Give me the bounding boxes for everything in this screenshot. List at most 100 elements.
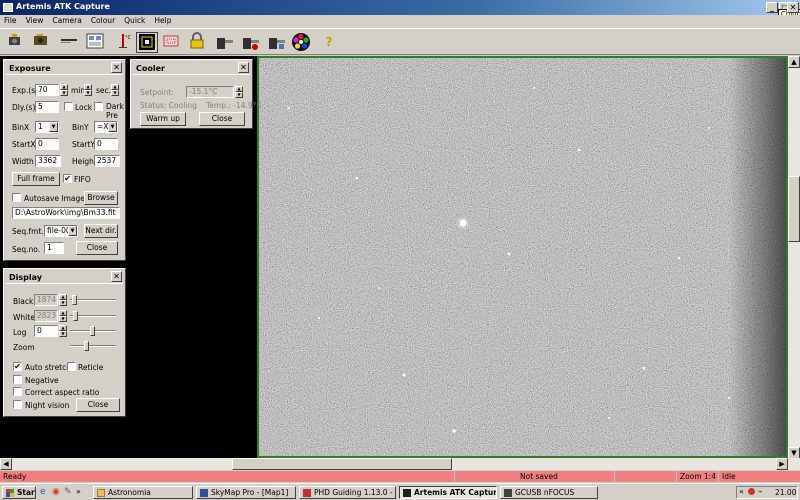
colour-wheel-icon[interactable]	[290, 32, 312, 53]
white-label: White	[13, 313, 35, 322]
sec-spin[interactable]: ▲ ▼	[111, 84, 119, 96]
save-path-input[interactable]: D:\AstroWork\img\Bm33.fit	[12, 207, 120, 219]
filter-wheel-left-icon[interactable]	[214, 32, 236, 53]
chrome-icon[interactable]: ◉	[52, 487, 60, 497]
aspect-ratio-checkbox[interactable]	[13, 387, 22, 396]
display-close-icon[interactable]: ✕	[111, 271, 122, 282]
ie-icon[interactable]: e	[40, 487, 46, 497]
setpoint-spin[interactable]: ▲ ▼	[235, 86, 243, 98]
scroll-right-button[interactable]: ▶	[776, 458, 788, 470]
cooler-panel-icon[interactable]: °C	[112, 32, 134, 53]
vertical-scroll-thumb[interactable]	[788, 176, 800, 242]
cooler-close-icon[interactable]: ✕	[238, 62, 249, 73]
height-input[interactable]: 2537	[94, 155, 120, 167]
task-label: Artemis ATK Capture	[414, 488, 497, 497]
tray-alert-icon[interactable]	[748, 488, 755, 495]
minimize-button[interactable]: _	[766, 2, 778, 13]
cooler-panel-title: Cooler	[133, 62, 250, 75]
tray-expand-icon[interactable]: «	[739, 487, 744, 496]
starty-input[interactable]: 0	[94, 138, 118, 150]
full-frame-button[interactable]: Full frame	[12, 172, 60, 186]
black-spin[interactable]: ▲ ▼	[59, 294, 67, 306]
black-input[interactable]: 1874	[34, 294, 58, 306]
setpoint-label: Setpoint:	[140, 88, 174, 97]
biny-select[interactable]: =X ▼	[94, 121, 118, 133]
lock-icon[interactable]	[186, 32, 208, 53]
filter-wheel-stop-icon[interactable]	[240, 32, 262, 53]
seqno-input[interactable]: 1	[44, 242, 64, 254]
autosave-label: Autosave Images	[24, 194, 89, 203]
width-input[interactable]: 3362	[35, 155, 61, 167]
browse-button[interactable]: Browse	[84, 191, 118, 205]
exposure-close-button[interactable]: Close	[76, 241, 118, 255]
chevron-down-icon[interactable]: ▼	[108, 122, 117, 132]
lock-checkbox[interactable]	[64, 102, 73, 111]
menu-help[interactable]: Help	[150, 15, 176, 25]
folder-icon	[97, 489, 105, 497]
dly-input[interactable]: 5	[35, 101, 59, 113]
task-skymap[interactable]: SkyMap Pro - [Map1]	[196, 486, 296, 499]
log-spin[interactable]: ▲ ▼	[59, 325, 67, 337]
horizontal-scroll-thumb[interactable]	[232, 458, 452, 470]
white-input[interactable]: 2823	[34, 310, 58, 322]
exp-input[interactable]: 70	[35, 84, 59, 96]
log-input[interactable]: 0	[34, 325, 58, 337]
task-gcusb[interactable]: GCUSB nFOCUS	[500, 486, 598, 499]
camera-disconnect-icon[interactable]	[30, 32, 52, 53]
camera-connect-icon[interactable]	[4, 32, 26, 53]
binx-select[interactable]: 1 ▼	[35, 121, 59, 133]
menu-file[interactable]: File	[0, 15, 22, 25]
auto-stretch-checkbox[interactable]: ✔	[13, 362, 22, 371]
menu-quick[interactable]: Quick	[120, 15, 150, 25]
task-phd[interactable]: PHD Guiding 1.13.0 - w...	[299, 486, 396, 499]
start-label: Start	[17, 488, 35, 497]
paint-icon[interactable]: ✎	[64, 487, 72, 497]
next-dir-button[interactable]: Next dir.	[84, 224, 118, 238]
filter-wheel-right-icon[interactable]	[266, 32, 288, 53]
menu-view[interactable]: View	[22, 15, 49, 25]
display-panel-title: Display	[6, 271, 123, 284]
white-spin[interactable]: ▲ ▼	[59, 310, 67, 322]
chevron-down-icon[interactable]: ▼	[68, 226, 77, 236]
zoom-label: Zoom	[13, 343, 35, 352]
start-button[interactable]: Start	[2, 486, 36, 499]
autosave-checkbox[interactable]	[12, 193, 21, 202]
close-button[interactable]: ✕	[787, 2, 799, 13]
help-icon[interactable]: ?	[318, 32, 340, 53]
subframe-icon[interactable]	[160, 32, 182, 53]
log-slider[interactable]	[70, 326, 116, 336]
startx-input[interactable]: 0	[35, 138, 59, 150]
horizontal-scrollbar[interactable]: ◀ ▶	[0, 458, 800, 470]
reticle-checkbox[interactable]	[67, 362, 76, 371]
task-artemis[interactable]: Artemis ATK Capture	[399, 486, 497, 499]
exposure-close-icon[interactable]: ✕	[111, 62, 122, 73]
artemis-icon	[403, 489, 411, 497]
captured-image[interactable]	[257, 56, 788, 458]
negative-checkbox[interactable]	[13, 375, 22, 384]
menu-colour[interactable]: Colour	[87, 15, 120, 25]
warm-up-button[interactable]: Warm up	[140, 112, 186, 126]
scroll-up-button[interactable]: ▲	[788, 56, 800, 68]
menu-camera[interactable]: Camera	[48, 15, 86, 25]
zoom-slider[interactable]	[70, 341, 116, 351]
min-spin[interactable]: ▲ ▼	[84, 84, 92, 96]
exp-spin[interactable]: ▲ ▼	[60, 84, 68, 96]
tray-network-icon[interactable]: ⌁	[758, 487, 763, 496]
dark-checkbox[interactable]	[94, 102, 103, 111]
vertical-scrollbar[interactable]: ▲ ▼	[788, 56, 800, 459]
quicklaunch-more-icon[interactable]: »	[76, 487, 81, 496]
chevron-down-icon[interactable]: ▼	[49, 122, 58, 132]
fifo-checkbox[interactable]: ✔	[63, 174, 72, 183]
reticle-icon[interactable]	[136, 32, 158, 53]
exposure-panel-icon[interactable]	[58, 32, 80, 53]
scroll-left-button[interactable]: ◀	[0, 458, 12, 470]
display-panel-icon[interactable]	[84, 32, 106, 53]
setpoint-input[interactable]: -15.1°C	[186, 86, 234, 98]
seqfmt-select[interactable]: file-001 ▼	[44, 225, 78, 237]
black-slider[interactable]	[70, 295, 116, 305]
cooler-close-button[interactable]: Close	[199, 112, 245, 126]
display-close-button[interactable]: Close	[76, 398, 120, 412]
white-slider[interactable]	[70, 311, 116, 321]
night-vision-checkbox[interactable]	[13, 400, 22, 409]
task-astronomia[interactable]: Astronomia	[93, 486, 193, 499]
